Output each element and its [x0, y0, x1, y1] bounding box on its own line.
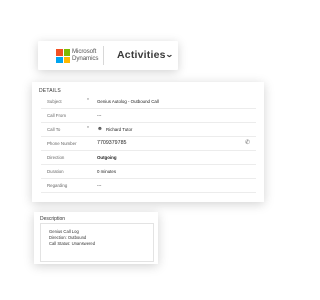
call-to-label: Call To [47, 127, 61, 132]
header-divider [103, 46, 104, 65]
direction-label: Direction [47, 155, 65, 160]
details-panel: DETAILS Subject * Genius Autolog - Outbo… [32, 82, 264, 202]
duration-row: Duration 0 minutes [41, 166, 256, 179]
microsoft-logo-icon [56, 49, 70, 63]
phone-icon[interactable]: ✆ [245, 139, 250, 146]
phone-number-label: Phone Number [47, 141, 77, 146]
call-to-field[interactable]: ☻ Richard Tutor [97, 126, 132, 132]
call-from-row: Call From --- [41, 110, 256, 123]
activities-menu-button[interactable]: Activities [117, 49, 166, 61]
logo-text-line1: Microsoft [72, 48, 97, 55]
description-line: Direction: Outbound [49, 235, 87, 240]
description-panel: Description Genius Call Log Direction: O… [34, 212, 158, 264]
direction-row: Direction Outgoing [41, 152, 256, 165]
subject-row: Subject * Genius Autolog - Outbound Call [41, 96, 256, 109]
phone-number-field[interactable]: 7709379785 [97, 140, 126, 146]
phone-number-row: Phone Number 7709379785 ✆ [41, 138, 256, 151]
call-from-field[interactable]: --- [97, 113, 101, 118]
call-from-label: Call From [47, 113, 67, 118]
direction-field[interactable]: Outgoing [97, 155, 117, 160]
regarding-field[interactable]: --- [97, 183, 101, 188]
regarding-row: Regarding --- [41, 180, 256, 193]
call-to-row: Call To * ☻ Richard Tutor [41, 124, 256, 137]
app-header: Microsoft Dynamics Activities ⌄ [38, 41, 178, 70]
duration-field[interactable]: 0 minutes [97, 169, 116, 174]
description-textarea[interactable]: Genius Call Log Direction: Outbound Call… [40, 223, 154, 262]
subject-label: Subject [47, 99, 62, 104]
duration-label: Duration [47, 169, 64, 174]
required-marker: * [87, 126, 89, 132]
required-marker: * [87, 98, 89, 104]
contact-icon: ☻ [97, 126, 103, 132]
description-heading: Description [40, 216, 66, 222]
regarding-label: Regarding [47, 183, 68, 188]
description-line: Call Status: Unanswered [49, 241, 96, 246]
call-to-name[interactable]: Richard Tutor [106, 127, 132, 132]
subject-field[interactable]: Genius Autolog - Outbound Call [97, 99, 159, 104]
description-line: Genius Call Log [49, 229, 79, 234]
logo-text-line2: Dynamics [72, 55, 99, 62]
chevron-down-icon[interactable]: ⌄ [165, 50, 174, 59]
microsoft-dynamics-logo: Microsoft Dynamics [42, 46, 104, 66]
details-heading: DETAILS [39, 88, 61, 94]
